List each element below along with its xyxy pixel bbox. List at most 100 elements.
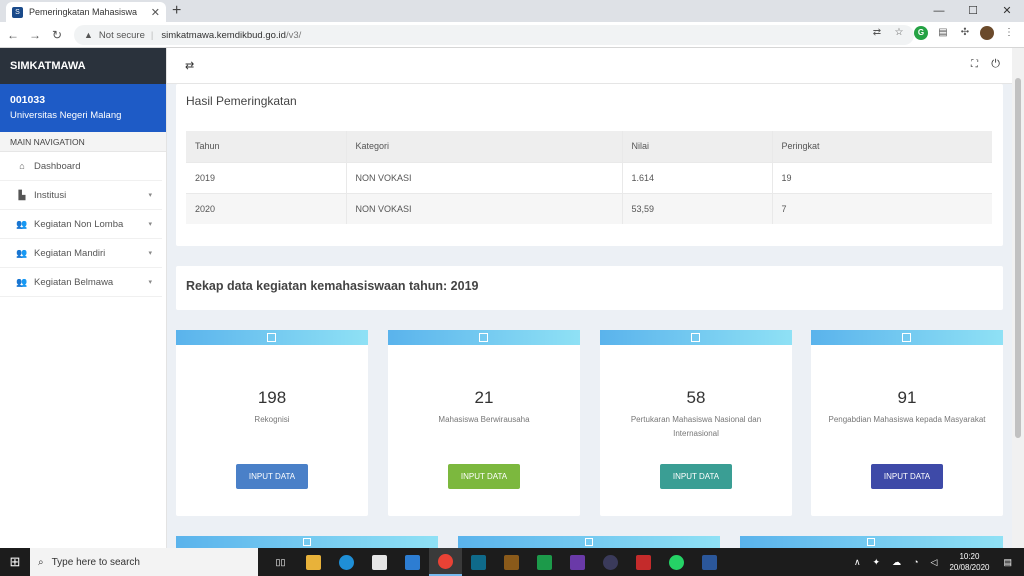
wifi-icon[interactable]: ◔	[913, 557, 918, 567]
minimize-button[interactable]: —	[922, 0, 956, 22]
stat-card-wirausaha: 21 Mahasiswa Berwirausaha INPUT DATA	[388, 330, 580, 516]
chart-icon	[585, 538, 593, 546]
user-panel: 001033 Universitas Negeri Malang	[0, 84, 166, 132]
task-view-icon[interactable]: ▯▯	[264, 548, 297, 576]
windows-start-icon[interactable]: ⊞	[0, 548, 30, 576]
sidebar-item-dashboard[interactable]: ⌂ Dashboard	[0, 152, 162, 181]
chevron-down-icon: ▾	[148, 250, 152, 257]
building-icon: ▙	[18, 189, 26, 200]
close-window-button[interactable]: ✕	[990, 0, 1024, 22]
stat-label: Pertukaran Mahasiswa Nasional dan Intern…	[630, 415, 762, 438]
sidebar-item-kegiatan-mandiri[interactable]: 👥 Kegiatan Mandiri ▾	[0, 239, 162, 268]
ranking-title: Hasil Pemeringkatan	[186, 94, 297, 108]
warning-icon: ▲	[84, 30, 93, 40]
mail-icon[interactable]	[396, 548, 429, 576]
page-scrollbar[interactable]	[1012, 48, 1024, 548]
windows-taskbar: ⊞ ⌕ Type here to search ▯▯ ∧ ✦ ☁ ◔ ◁ 10:…	[0, 548, 1024, 576]
taskbar-clock[interactable]: 10:20 20/08/2020	[949, 551, 989, 573]
whatsapp-icon[interactable]	[660, 548, 693, 576]
url-host: simkatmawa.kemdikbud.go.id	[161, 29, 286, 41]
column-header: Tahun	[186, 131, 346, 162]
reload-icon[interactable]: ↻	[48, 28, 66, 42]
input-data-button[interactable]: INPUT DATA	[448, 464, 520, 489]
stat-card-pertukaran: 58 Pertukaran Mahasiswa Nasional dan Int…	[600, 330, 792, 516]
star-icon[interactable]: ☆	[892, 26, 906, 40]
table-cell: 2019	[186, 161, 346, 193]
stat-value: 198	[257, 388, 287, 407]
taskbar-apps: ▯▯	[264, 548, 726, 576]
clock-time: 10:20	[959, 552, 980, 561]
puzzle-icon[interactable]: ✣	[958, 26, 972, 40]
chevron-down-icon: ▾	[148, 192, 152, 199]
word-icon[interactable]	[693, 548, 726, 576]
tab-close-icon[interactable]: ✕	[151, 6, 160, 19]
dropbox-icon[interactable]: ✦	[873, 557, 881, 568]
scrollbar-thumb[interactable]	[1015, 78, 1021, 438]
chart-icon	[267, 333, 276, 342]
brand-logo[interactable]: SIMKATMAWA	[0, 48, 166, 84]
store-icon[interactable]	[363, 548, 396, 576]
sidebar-toggle-icon[interactable]: ⇄	[185, 59, 194, 72]
browser-tab-bar: S Pemeringkatan Mahasiswa ✕ + — ☐ ✕	[0, 0, 1024, 22]
search-icon: ⌕	[38, 556, 44, 568]
maximize-button[interactable]: ☐	[956, 0, 990, 22]
sidebar-item-institusi[interactable]: ▙ Institusi ▾	[0, 181, 162, 210]
forward-icon[interactable]: →	[26, 28, 44, 42]
input-data-button[interactable]: INPUT DATA	[236, 464, 308, 489]
column-header: Kategori	[345, 131, 622, 162]
table-row: 2019 NON VOKASI 1.614 19	[186, 161, 992, 193]
stat-card-header	[600, 330, 792, 345]
app-icon[interactable]	[561, 548, 594, 576]
volume-icon[interactable]: ◁	[931, 557, 938, 568]
chevron-down-icon: ▾	[148, 279, 152, 286]
document-extension-icon[interactable]: ▤	[936, 26, 950, 40]
stat-value: 91	[897, 388, 917, 407]
stat-card-header	[458, 536, 720, 548]
back-icon[interactable]: ←	[4, 28, 22, 42]
users-icon: 👥	[16, 247, 28, 258]
table-cell: NON VOKASI	[345, 192, 622, 224]
notification-icon[interactable]: ▤	[1003, 557, 1012, 568]
chevron-down-icon: ▾	[148, 221, 152, 228]
onedrive-icon[interactable]: ☁	[892, 557, 901, 568]
app-icon[interactable]	[495, 548, 528, 576]
chrome-icon[interactable]	[429, 548, 462, 576]
browser-tab[interactable]: S Pemeringkatan Mahasiswa ✕	[6, 2, 166, 22]
stat-card-header	[811, 330, 1003, 345]
window-controls: — ☐ ✕	[922, 0, 1024, 22]
terminal-icon[interactable]	[462, 548, 495, 576]
stat-card-header	[388, 330, 580, 345]
chart-icon	[691, 333, 700, 342]
app-icon[interactable]	[627, 548, 660, 576]
address-bar[interactable]: ▲ Not secure | simkatmawa.kemdikbud.go.i…	[74, 25, 914, 45]
file-explorer-icon[interactable]	[297, 548, 330, 576]
input-data-button[interactable]: INPUT DATA	[660, 464, 732, 489]
table-cell: 1.614	[621, 161, 772, 193]
clock-date: 20/08/2020	[949, 563, 990, 572]
chart-icon	[303, 538, 311, 546]
app-icon[interactable]	[528, 548, 561, 576]
app-icon[interactable]	[594, 548, 627, 576]
translate-icon[interactable]: ⇄	[870, 26, 884, 40]
fullscreen-icon[interactable]: ⛶	[971, 59, 978, 70]
site-favicon-icon: S	[12, 6, 23, 18]
grammarly-extension-icon[interactable]: G	[914, 26, 928, 40]
chevron-up-icon[interactable]: ∧	[854, 557, 861, 568]
stat-value: 21	[474, 388, 494, 407]
taskbar-search-box[interactable]: ⌕ Type here to search	[30, 548, 258, 576]
logout-icon[interactable]: ⏻	[991, 58, 1000, 71]
users-icon: 👥	[16, 276, 28, 287]
new-tab-button[interactable]: +	[172, 2, 181, 20]
edge-icon[interactable]	[330, 548, 363, 576]
sidebar-item-label: Dashboard	[34, 160, 81, 172]
menu-dots-icon[interactable]: ⋮	[1002, 26, 1016, 40]
table-cell: 2020	[186, 192, 346, 224]
sidebar-item-kegiatan-non-lomba[interactable]: 👥 Kegiatan Non Lomba ▾	[0, 210, 162, 239]
profile-avatar[interactable]	[980, 26, 994, 40]
sidebar-item-kegiatan-belmawa[interactable]: 👥 Kegiatan Belmawa ▾	[0, 268, 162, 297]
user-id: 001033	[10, 94, 46, 106]
search-placeholder: Type here to search	[51, 556, 140, 568]
stat-card-header	[176, 536, 438, 548]
table-cell: 19	[771, 161, 992, 193]
input-data-button[interactable]: INPUT DATA	[871, 464, 943, 489]
